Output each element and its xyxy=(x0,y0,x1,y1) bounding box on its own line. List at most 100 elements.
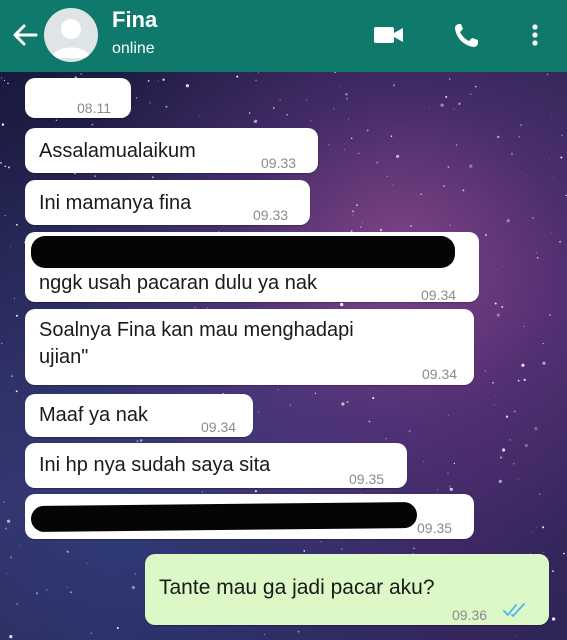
star-dot xyxy=(492,382,494,384)
star-dot xyxy=(297,630,300,633)
star-dot xyxy=(357,152,360,155)
star-dot xyxy=(286,113,288,116)
star-dot xyxy=(518,135,521,138)
star-dot xyxy=(90,632,92,634)
message-bubble[interactable]: Assalamualaikum 09.33 xyxy=(25,128,318,173)
message-bubble[interactable]: Soalnya Fina kan mau menghadapi ujian" 0… xyxy=(25,309,474,385)
star-dot xyxy=(561,134,563,136)
message-bubble[interactable]: nggk usah pacaran dulu ya nak 09.34 xyxy=(25,232,479,303)
star-dot xyxy=(469,164,473,168)
phone-icon[interactable] xyxy=(450,20,484,50)
star-dot xyxy=(520,124,523,127)
star-dot xyxy=(15,223,18,226)
star-dot xyxy=(534,427,538,431)
redaction-mark xyxy=(31,236,455,268)
star-dot xyxy=(475,85,477,88)
star-dot xyxy=(273,404,275,406)
star-dot xyxy=(563,552,565,555)
star-dot xyxy=(86,562,88,564)
star-dot xyxy=(165,105,168,108)
star-dot xyxy=(379,228,383,232)
star-dot xyxy=(257,72,260,74)
message-text: Assalamualaikum xyxy=(39,140,196,162)
star-dot xyxy=(445,95,448,99)
star-dot xyxy=(517,379,520,382)
star-dot xyxy=(351,210,355,213)
message-bubble[interactable]: Ini hp nya sudah saya sita 09.35 xyxy=(25,443,407,488)
star-dot xyxy=(360,226,362,228)
back-arrow-icon[interactable] xyxy=(10,20,40,50)
star-dot xyxy=(279,98,281,101)
message-bubble[interactable]: Ini mamanya fina 09.33 xyxy=(25,180,310,225)
star-dot xyxy=(385,438,387,440)
star-dot xyxy=(542,526,545,529)
contact-name[interactable]: Fina xyxy=(112,7,157,33)
star-dot xyxy=(535,252,538,254)
star-dot xyxy=(453,462,455,464)
outgoing-message-bubble[interactable]: Tante mau ga jadi pacar aku? 09.36 xyxy=(145,554,549,625)
message-text-line2: ujian" xyxy=(39,346,89,368)
star-dot xyxy=(402,631,404,633)
star-dot xyxy=(7,519,11,523)
video-call-icon[interactable] xyxy=(372,20,406,50)
message-bubble[interactable]: 09.35 xyxy=(25,494,474,539)
star-dot xyxy=(346,400,349,404)
more-vertical-icon[interactable] xyxy=(518,20,552,50)
star-dot xyxy=(494,302,497,305)
star-dot xyxy=(523,325,525,328)
star-dot xyxy=(147,79,150,82)
star-dot xyxy=(390,135,393,138)
star-dot xyxy=(443,185,445,187)
star-dot xyxy=(455,144,458,146)
star-dot xyxy=(55,119,58,121)
star-dot xyxy=(513,463,515,465)
star-dot xyxy=(4,165,7,168)
star-dot xyxy=(340,85,342,87)
star-dot xyxy=(394,81,396,83)
star-dot xyxy=(366,129,369,132)
message-text: Tante mau ga jadi pacar aku? xyxy=(159,576,435,599)
star-dot xyxy=(423,461,424,462)
star-dot xyxy=(503,265,505,267)
star-dot xyxy=(440,103,444,107)
star-dot xyxy=(15,314,18,317)
star-dot xyxy=(314,392,317,394)
star-dot xyxy=(151,176,154,179)
star-dot xyxy=(539,493,541,495)
avatar[interactable] xyxy=(44,8,98,62)
star-dot xyxy=(8,166,10,169)
star-dot xyxy=(531,531,534,533)
star-dot xyxy=(328,144,330,146)
star-dot xyxy=(548,158,550,160)
star-dot xyxy=(0,161,2,164)
star-dot xyxy=(458,102,461,105)
message-time: 09.35 xyxy=(349,471,385,487)
star-dot xyxy=(4,214,6,217)
star-dot xyxy=(546,73,549,76)
star-dot xyxy=(254,489,258,493)
star-dot xyxy=(484,233,487,237)
star-dot xyxy=(437,489,439,491)
message-bubble[interactable]: Maaf ya nak 09.34 xyxy=(25,394,253,437)
star-dot xyxy=(1,123,5,126)
message-text: Maaf ya nak xyxy=(39,404,148,426)
star-dot xyxy=(310,120,312,122)
star-dot xyxy=(80,73,83,75)
star-dot xyxy=(248,112,251,114)
message-bubble[interactable]: 08.11 xyxy=(25,78,131,118)
star-dot xyxy=(35,592,39,595)
star-dot xyxy=(10,375,13,378)
star-dot xyxy=(560,156,563,159)
star-dot xyxy=(531,216,535,220)
message-text: Ini mamanya fina xyxy=(39,192,192,214)
star-dot xyxy=(305,99,307,101)
star-dot xyxy=(258,411,260,413)
message-time: 09.36 xyxy=(452,607,488,623)
star-dot xyxy=(524,443,528,448)
star-dot xyxy=(16,602,19,605)
star-dot xyxy=(272,107,275,109)
star-dot xyxy=(116,627,119,629)
star-dot xyxy=(256,120,258,122)
star-dot xyxy=(253,119,257,123)
star-dot xyxy=(136,97,138,99)
